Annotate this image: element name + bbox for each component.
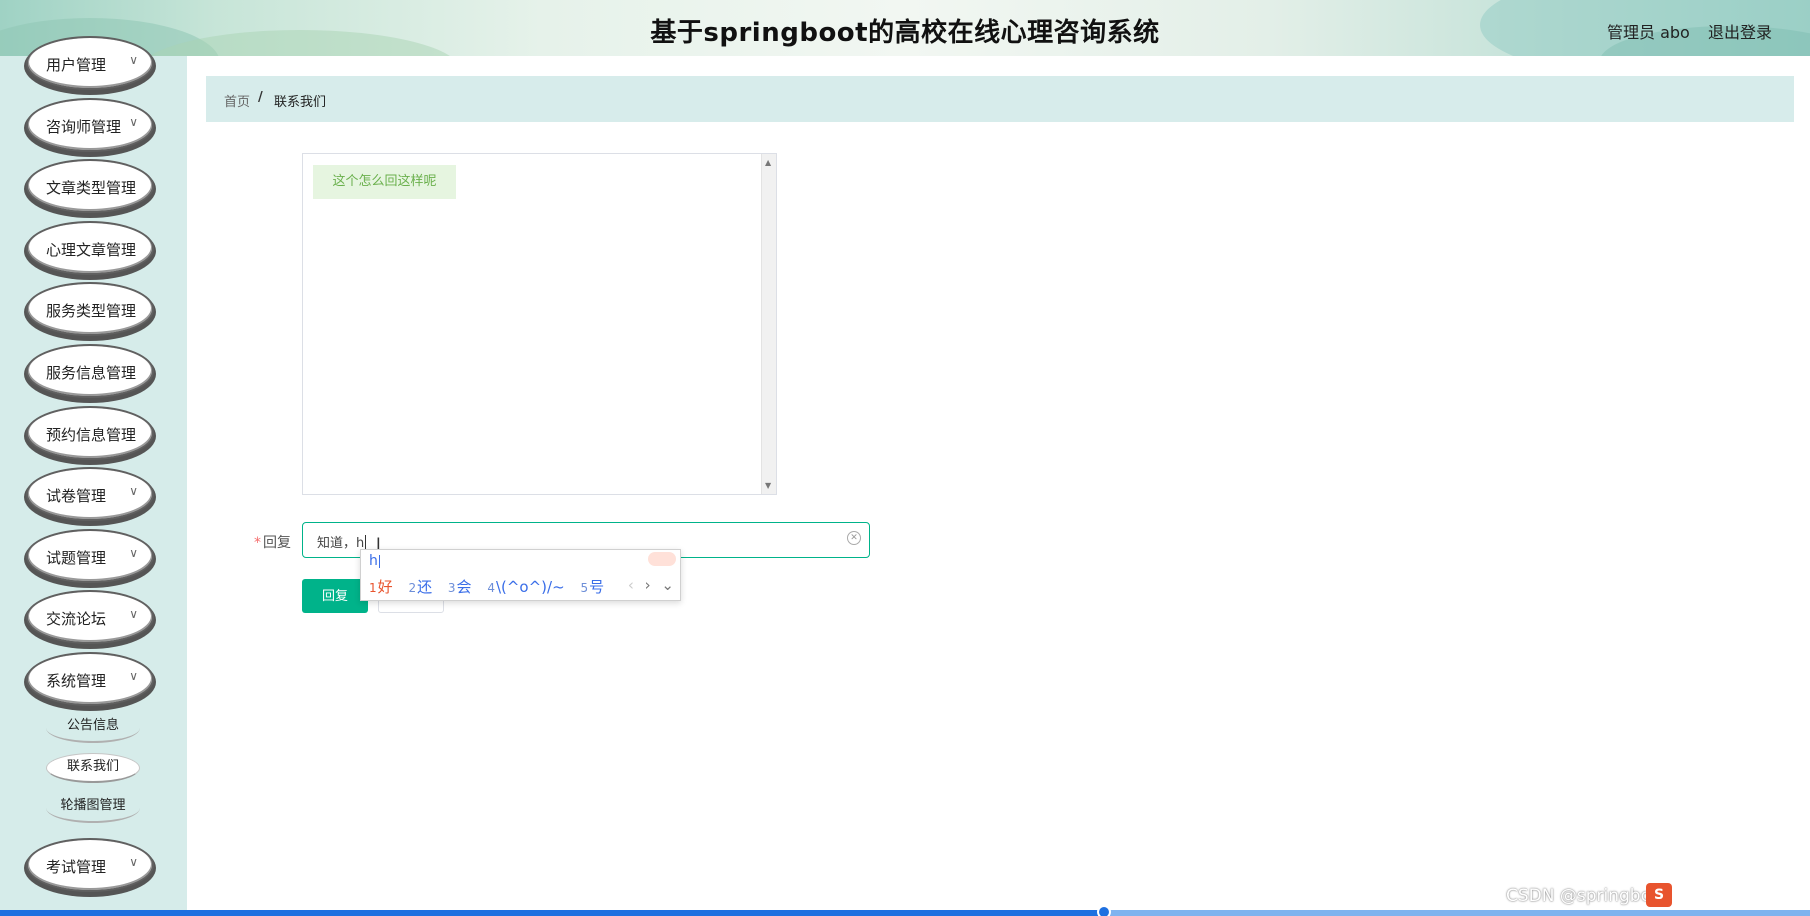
chevron-down-icon: ∨: [129, 484, 138, 498]
sidebar-item-exams[interactable]: 考试管理 ∨: [26, 838, 154, 892]
ime-candidate-number: 5: [580, 581, 589, 595]
chevron-down-icon: ∨: [129, 607, 138, 621]
sidebar-item-label: 心理文章管理: [46, 241, 137, 259]
sidebar-item-users[interactable]: 用户管理 ∨: [26, 36, 154, 90]
ime-candidate[interactable]: 4\(^o^)/~: [487, 578, 564, 596]
sidebar-item-papers[interactable]: 试卷管理 ∨: [26, 467, 154, 521]
ime-next-icon[interactable]: ›: [645, 576, 651, 594]
sidebar-item-questions[interactable]: 试题管理 ∨: [26, 529, 154, 583]
sidebar-item-system[interactable]: 系统管理 ∨: [26, 652, 154, 706]
ime-prev-icon[interactable]: ‹: [628, 576, 634, 594]
ime-composition: h: [369, 553, 380, 569]
ime-candidate-number: 3: [447, 581, 456, 595]
sidebar-subitem-carousel[interactable]: 轮播图管理: [46, 793, 140, 823]
sidebar-item-label: 文章类型管理: [46, 179, 137, 197]
breadcrumb-home[interactable]: 首页: [224, 91, 250, 110]
ime-candidate-number: 1: [369, 581, 377, 595]
reply-input-value: 知道，h: [317, 532, 367, 551]
ime-candidate-number: 4: [487, 581, 495, 595]
ime-candidate-text: 号: [589, 578, 605, 596]
chat-scrollbar[interactable]: ▲ ▼: [761, 154, 776, 494]
chat-history[interactable]: 这个怎么回这样呢 ▲ ▼: [302, 153, 777, 495]
clear-icon[interactable]: ✕: [847, 531, 861, 545]
ime-candidate-text: 会: [456, 578, 472, 596]
header: 基于springboot的高校在线心理咨询系统 管理员 abo 退出登录: [0, 0, 1810, 56]
chevron-down-icon: ∨: [129, 669, 138, 683]
sidebar-subitem-announcements[interactable]: 公告信息: [46, 713, 140, 743]
ime-candidate[interactable]: 3会: [448, 576, 472, 597]
ime-nav: ‹ › ⌄: [622, 576, 674, 594]
sidebar-item-forum[interactable]: 交流论坛 ∨: [26, 590, 154, 644]
breadcrumb-separator: /: [258, 90, 263, 105]
sidebar-item-label: 咨询师管理: [46, 118, 122, 136]
ime-candidate-popup: h 1好 2还 3会 4\(^o^)/~ 5号 ‹ › ⌄: [360, 549, 681, 601]
ime-candidates: 1好 2还 3会 4\(^o^)/~ 5号: [369, 576, 615, 597]
reply-label: * 回复: [254, 532, 291, 552]
sidebar-item-label: 预约信息管理: [46, 426, 137, 444]
csdn-watermark: CSDN @springboot: [1506, 886, 1669, 906]
text-caret: [365, 535, 367, 550]
page: 基于springboot的高校在线心理咨询系统 管理员 abo 退出登录 用户管…: [0, 0, 1810, 916]
ime-candidate[interactable]: 5号: [580, 576, 604, 597]
ime-candidate-text: 好: [377, 578, 393, 596]
ime-candidate-number: 2: [408, 581, 417, 595]
sidebar-item-label: 试题管理: [46, 549, 107, 567]
sidebar: 用户管理 ∨ 咨询师管理 ∨ 文章类型管理 心理文章管理 服务类型管理 服务信息…: [0, 36, 187, 916]
scroll-down-icon[interactable]: ▼: [765, 481, 771, 490]
ime-candidate[interactable]: 1好: [369, 576, 393, 597]
chat-message: 这个怎么回这样呢: [313, 165, 456, 199]
chevron-down-icon: ∨: [129, 53, 138, 67]
chevron-down-icon: ∨: [129, 115, 138, 129]
sidebar-item-service-types[interactable]: 服务类型管理: [26, 282, 154, 336]
page-title: 基于springboot的高校在线心理咨询系统: [650, 18, 1160, 48]
video-progress-handle[interactable]: [1097, 905, 1112, 916]
video-progress-bar[interactable]: [0, 905, 1810, 916]
ime-logo-icon: [648, 552, 676, 566]
breadcrumb: 首页 / 联系我们: [206, 76, 1794, 122]
ime-candidate[interactable]: 2还: [408, 576, 432, 597]
chevron-down-icon: ∨: [129, 546, 138, 560]
current-user: 管理员 abo: [1607, 23, 1690, 42]
sidebar-item-counselors[interactable]: 咨询师管理 ∨: [26, 98, 154, 152]
required-mark: *: [254, 535, 261, 551]
sidebar-item-label: 交流论坛: [46, 610, 107, 628]
ime-composition-text: h: [369, 553, 378, 569]
sidebar-item-service-info[interactable]: 服务信息管理: [26, 344, 154, 398]
ime-caret: [378, 555, 380, 568]
sidebar-item-label: 试卷管理: [46, 487, 107, 505]
sidebar-item-articles[interactable]: 心理文章管理: [26, 221, 154, 275]
ime-candidate-text: \(^o^)/~: [495, 578, 565, 596]
sidebar-item-label: 服务类型管理: [46, 302, 137, 320]
sidebar-item-label: 服务信息管理: [46, 364, 137, 382]
breadcrumb-current: 联系我们: [274, 95, 327, 110]
sogou-logo-icon: S: [1646, 883, 1672, 907]
sidebar-item-label: 考试管理: [46, 858, 107, 876]
sidebar-item-label: 用户管理: [46, 56, 107, 74]
scroll-up-icon[interactable]: ▲: [765, 158, 771, 167]
ime-expand-icon[interactable]: ⌄: [661, 576, 674, 594]
logout-link[interactable]: 退出登录: [1708, 19, 1772, 43]
sidebar-item-label: 系统管理: [46, 672, 107, 690]
sidebar-subitem-contact-us[interactable]: 联系我们: [46, 753, 140, 783]
reply-label-text: 回复: [263, 535, 291, 551]
reply-input-text: 知道，h: [317, 536, 365, 551]
sidebar-item-article-types[interactable]: 文章类型管理: [26, 159, 154, 213]
ime-candidate-text: 还: [417, 578, 433, 596]
video-progress-fill: [0, 910, 1105, 916]
chevron-down-icon: ∨: [129, 855, 138, 869]
sidebar-item-appointments[interactable]: 预约信息管理: [26, 406, 154, 460]
reply-submit-button[interactable]: 回复: [302, 579, 368, 613]
